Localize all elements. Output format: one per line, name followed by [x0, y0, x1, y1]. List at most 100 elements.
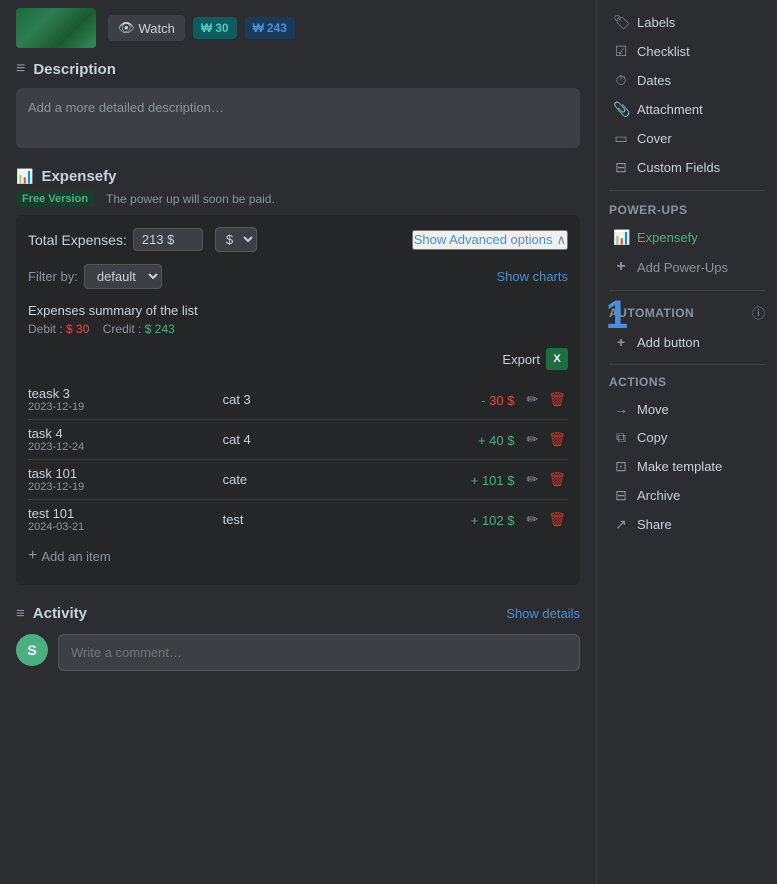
- sidebar-item-cover[interactable]: ▭ Cover: [609, 124, 765, 153]
- amount-input[interactable]: [133, 228, 203, 251]
- sidebar-item-move[interactable]: → Move: [609, 395, 765, 423]
- export-button[interactable]: Export X: [502, 348, 568, 370]
- description-section: ≡ Description Add a more detailed descri…: [16, 60, 580, 148]
- separator-2: [609, 290, 765, 291]
- sidebar-item-archive[interactable]: ⊟ Archive: [609, 481, 765, 510]
- sidebar-label-attachment: Attachment: [637, 102, 703, 117]
- avatar: S: [16, 634, 48, 666]
- edit-expense-button[interactable]: ✏: [524, 389, 540, 410]
- show-details-button[interactable]: Show details: [506, 606, 580, 621]
- delete-expense-button[interactable]: 🗑: [546, 389, 568, 410]
- filter-label: Filter by:: [28, 269, 78, 284]
- sidebar-item-dates[interactable]: ⏱ Dates: [609, 66, 765, 95]
- chevron-up-icon: ∧: [556, 232, 566, 248]
- sidebar-label-archive: Archive: [637, 488, 680, 503]
- delete-expense-button[interactable]: 🗑: [546, 469, 568, 490]
- right-panel: 🏷 Labels ☑ Checklist ⏱ Dates 📎 Attachmen…: [597, 0, 777, 884]
- debit-amount: $ 30: [66, 322, 89, 336]
- credit-label: Credit :: [103, 322, 142, 336]
- sidebar-item-make-template[interactable]: ⊡ Make template: [609, 452, 765, 481]
- sidebar-label-add-power-ups: Add Power-Ups: [637, 260, 728, 275]
- show-charts-button[interactable]: Show charts: [496, 269, 568, 284]
- sidebar-item-custom-fields[interactable]: ⊟ Custom Fields: [609, 153, 765, 182]
- show-advanced-button[interactable]: Show Advanced options ∧: [412, 230, 568, 250]
- badge-30: ₩ 30: [193, 17, 237, 39]
- power-up-note: The power up will soon be paid.: [106, 192, 275, 206]
- export-row: Export X: [28, 348, 568, 370]
- activity-header: ≡ Activity Show details: [16, 605, 580, 622]
- sidebar-item-checklist[interactable]: ☑ Checklist: [609, 37, 765, 66]
- sidebar-label-share: Share: [637, 517, 672, 532]
- free-version-badge: Free Version: [16, 191, 94, 207]
- archive-icon: ⊟: [613, 487, 629, 504]
- expensefy-power-up-icon: 📊: [16, 168, 33, 185]
- credit-amount: $ 243: [145, 322, 175, 336]
- watch-button[interactable]: 👁 Watch: [108, 15, 185, 41]
- plus-icon: +: [28, 547, 37, 565]
- share-icon: ↗: [613, 516, 629, 533]
- activity-icon: ≡: [16, 605, 25, 622]
- info-icon[interactable]: ⓘ: [752, 303, 765, 322]
- sidebar-item-add-power-ups[interactable]: + Add Power-Ups: [609, 252, 765, 282]
- comment-input[interactable]: [58, 634, 580, 671]
- delete-expense-button[interactable]: 🗑: [546, 509, 568, 530]
- sidebar-label-cover: Cover: [637, 131, 672, 146]
- delete-expense-button[interactable]: 🗑: [546, 429, 568, 450]
- cover-icon: ▭: [613, 130, 629, 147]
- description-input[interactable]: Add a more detailed description…: [16, 88, 580, 148]
- sidebar-label-expensefy: Expensefy: [637, 230, 698, 245]
- sidebar-item-share[interactable]: ↗ Share: [609, 510, 765, 539]
- comment-row: S: [16, 634, 580, 671]
- edit-expense-button[interactable]: ✏: [524, 469, 540, 490]
- badge-243: ₩ 243: [245, 17, 295, 39]
- sidebar-item-copy[interactable]: ⧉ Copy: [609, 423, 765, 452]
- edit-expense-button[interactable]: ✏: [524, 509, 540, 530]
- add-item-label: Add an item: [41, 549, 110, 564]
- sidebar-label-move: Move: [637, 402, 669, 417]
- sidebar-label-labels: Labels: [637, 15, 675, 30]
- expensefy-body: Total Expenses: $ € £ Show Advanced opti…: [16, 215, 580, 585]
- expensefy-section: 📊 Expensefy Free Version The power up wi…: [16, 168, 580, 585]
- expensefy-sidebar-icon: 📊: [613, 229, 629, 246]
- expensefy-header: 📊 Expensefy: [16, 168, 580, 185]
- separator-3: [609, 364, 765, 365]
- table-row: task 101 2023-12-19 cate + 101 $ ✏ 🗑: [28, 460, 568, 500]
- sidebar-label-copy: Copy: [637, 430, 667, 445]
- table-row: task 4 2023-12-24 cat 4 + 40 $ ✏ 🗑: [28, 420, 568, 460]
- card-thumbnail: [16, 8, 96, 48]
- sidebar-item-labels[interactable]: 🏷 Labels: [609, 8, 765, 37]
- separator-1: [609, 190, 765, 191]
- sidebar-item-add-button[interactable]: + Add button: [609, 328, 765, 356]
- add-power-ups-icon: +: [613, 258, 629, 276]
- checklist-icon: ☑: [613, 43, 629, 60]
- watch-label: Watch: [139, 21, 175, 36]
- activity-section: ≡ Activity Show details S: [16, 605, 580, 671]
- debit-label: Debit :: [28, 322, 63, 336]
- move-icon: →: [613, 401, 629, 417]
- currency-select[interactable]: $ € £: [215, 227, 257, 252]
- sidebar-label-add-button: Add button: [637, 335, 700, 350]
- description-placeholder: Add a more detailed description…: [28, 100, 224, 115]
- table-row: test 101 2024-03-21 test + 102 $ ✏ 🗑: [28, 500, 568, 539]
- filter-row: Filter by: default Show charts: [28, 264, 568, 289]
- dates-icon: ⏱: [613, 72, 629, 89]
- show-charts-label: Show charts: [496, 269, 568, 284]
- activity-title: Activity: [33, 605, 87, 622]
- blue-icon: ₩: [253, 21, 264, 35]
- sidebar-label-custom-fields: Custom Fields: [637, 160, 720, 175]
- edit-expense-button[interactable]: ✏: [524, 429, 540, 450]
- header-row: 👁 Watch ₩ 30 ₩ 243: [16, 0, 580, 60]
- total-expenses-row: Total Expenses: $ € £ Show Advanced opti…: [28, 227, 568, 252]
- activity-title-group: ≡ Activity: [16, 605, 87, 622]
- description-icon: ≡: [16, 60, 25, 78]
- table-row: teask 3 2023-12-19 cat 3 - 30 $ ✏ 🗑: [28, 380, 568, 420]
- watch-icon: 👁: [118, 20, 135, 36]
- filter-select[interactable]: default: [84, 264, 162, 289]
- add-item-button[interactable]: + Add an item: [28, 539, 111, 573]
- attachment-icon: 📎: [613, 101, 629, 118]
- actions-title: Actions: [609, 375, 765, 389]
- expensefy-title: Expensefy: [41, 168, 116, 185]
- description-header: ≡ Description: [16, 60, 580, 78]
- sidebar-item-expensefy[interactable]: 📊 Expensefy: [609, 223, 765, 252]
- sidebar-item-attachment[interactable]: 📎 Attachment: [609, 95, 765, 124]
